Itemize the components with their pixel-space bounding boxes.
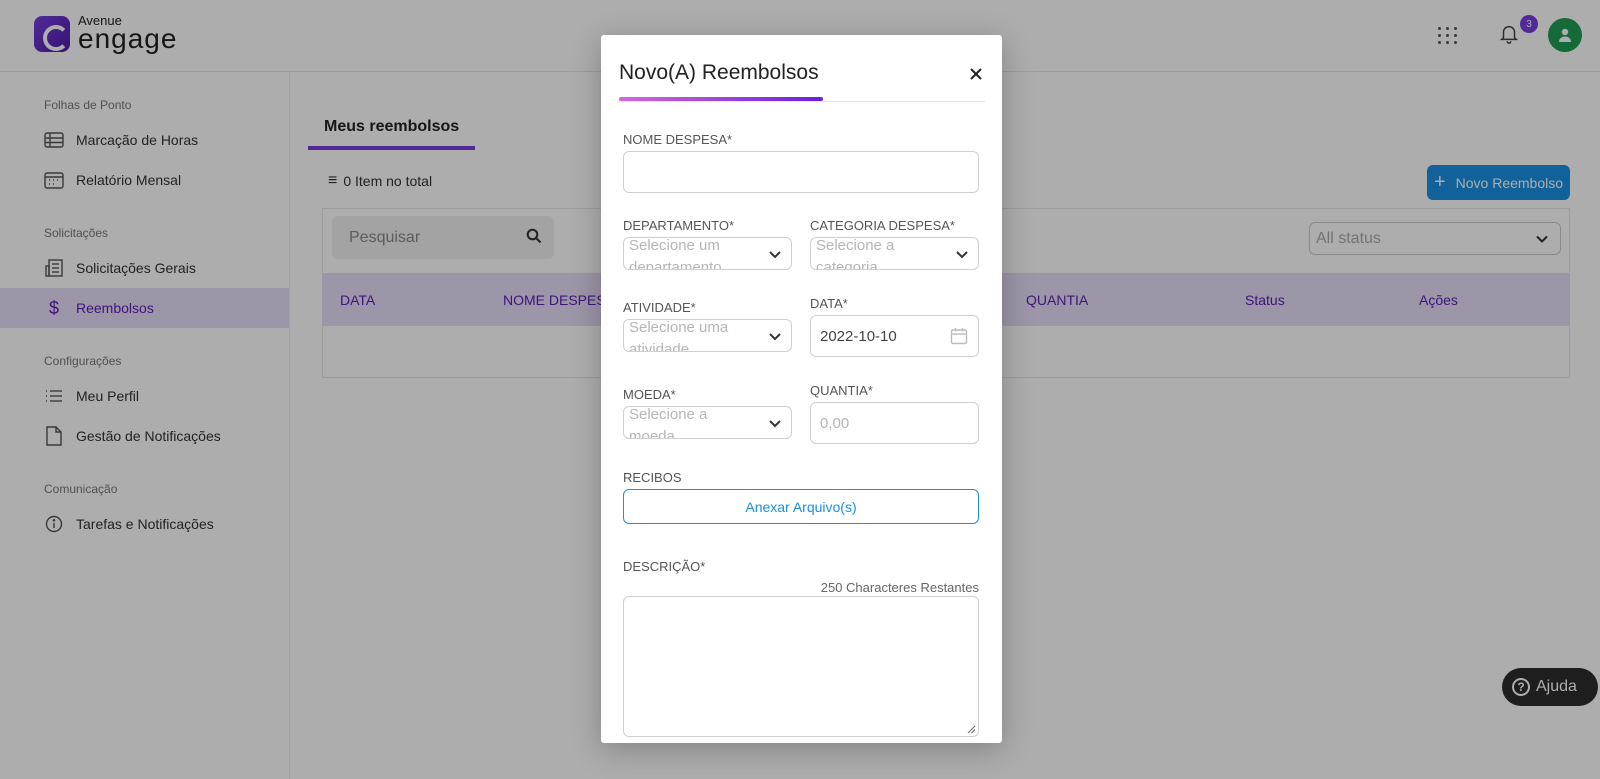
quantia-placeholder: 0,00 <box>820 414 850 432</box>
chars-remaining: 250 Characteres Restantes <box>820 580 979 595</box>
recibos-label: RECIBOS <box>623 470 682 485</box>
atividade-placeholder: Selecione uma atividade <box>629 319 729 352</box>
departamento-placeholder: Selecione um departamento <box>629 237 722 270</box>
data-label: DATA* <box>810 296 848 311</box>
nome-despesa-label: NOME DESPESA* <box>623 132 733 147</box>
nome-despesa-input[interactable] <box>623 151 979 193</box>
categoria-select[interactable]: Selecione a categoria <box>810 237 979 270</box>
new-reimbursement-modal: Novo(A) Reembolsos NOME DESPESA* DEPARTA… <box>601 35 1002 743</box>
descricao-label: DESCRIÇÃO* <box>623 559 706 574</box>
quantia-label: QUANTIA* <box>810 383 873 398</box>
calendar-icon[interactable] <box>950 327 968 345</box>
categoria-label: CATEGORIA DESPESA* <box>810 218 955 233</box>
moeda-placeholder: Selecione a moeda <box>629 406 708 439</box>
resize-handle-icon[interactable] <box>966 724 976 734</box>
chevron-down-icon <box>769 333 781 341</box>
departamento-select[interactable]: Selecione um departamento <box>623 237 792 270</box>
descricao-textarea[interactable] <box>623 596 979 737</box>
quantia-input[interactable]: 0,00 <box>810 402 979 444</box>
departamento-label: DEPARTAMENTO* <box>623 218 735 233</box>
chevron-down-icon <box>956 251 968 259</box>
moeda-select[interactable]: Selecione a moeda <box>623 406 792 439</box>
attach-files-button[interactable]: Anexar Arquivo(s) <box>623 489 979 524</box>
data-value: 2022-10-10 <box>820 327 897 345</box>
categoria-placeholder: Selecione a categoria <box>816 237 895 270</box>
close-icon[interactable] <box>967 65 985 83</box>
atividade-label: ATIVIDADE* <box>623 300 696 315</box>
moeda-label: MOEDA* <box>623 387 676 402</box>
data-date-input[interactable]: 2022-10-10 <box>810 315 979 357</box>
title-divider <box>619 101 985 102</box>
modal-title: Novo(A) Reembolsos <box>619 61 819 84</box>
chevron-down-icon <box>769 251 781 259</box>
chevron-down-icon <box>769 420 781 428</box>
title-accent-bar <box>619 97 823 101</box>
atividade-select[interactable]: Selecione uma atividade <box>623 319 792 352</box>
